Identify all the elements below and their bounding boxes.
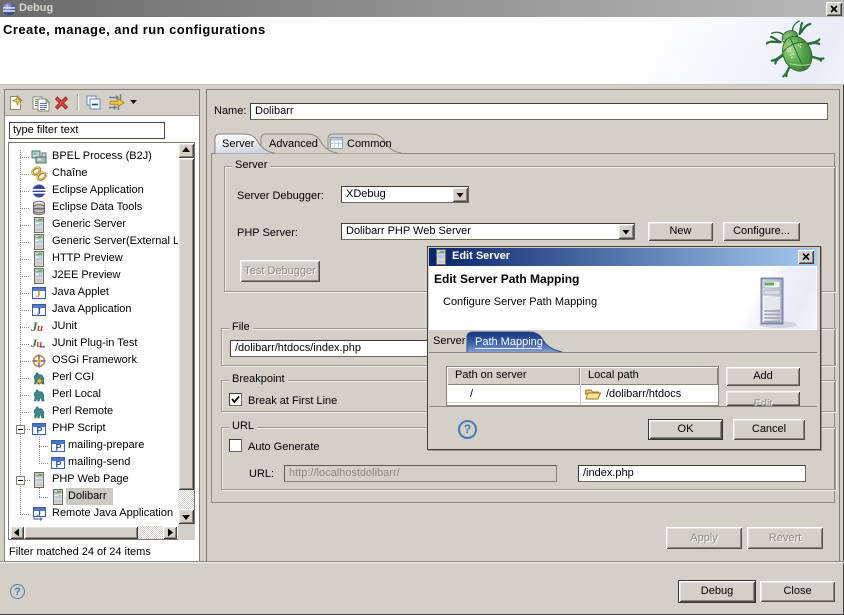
svg-text:Common: Common [347,138,392,150]
svg-text:Path Mapping: Path Mapping [475,336,543,348]
svg-text:Advanced: Advanced [269,138,318,150]
svg-text:Server: Server [222,138,255,150]
